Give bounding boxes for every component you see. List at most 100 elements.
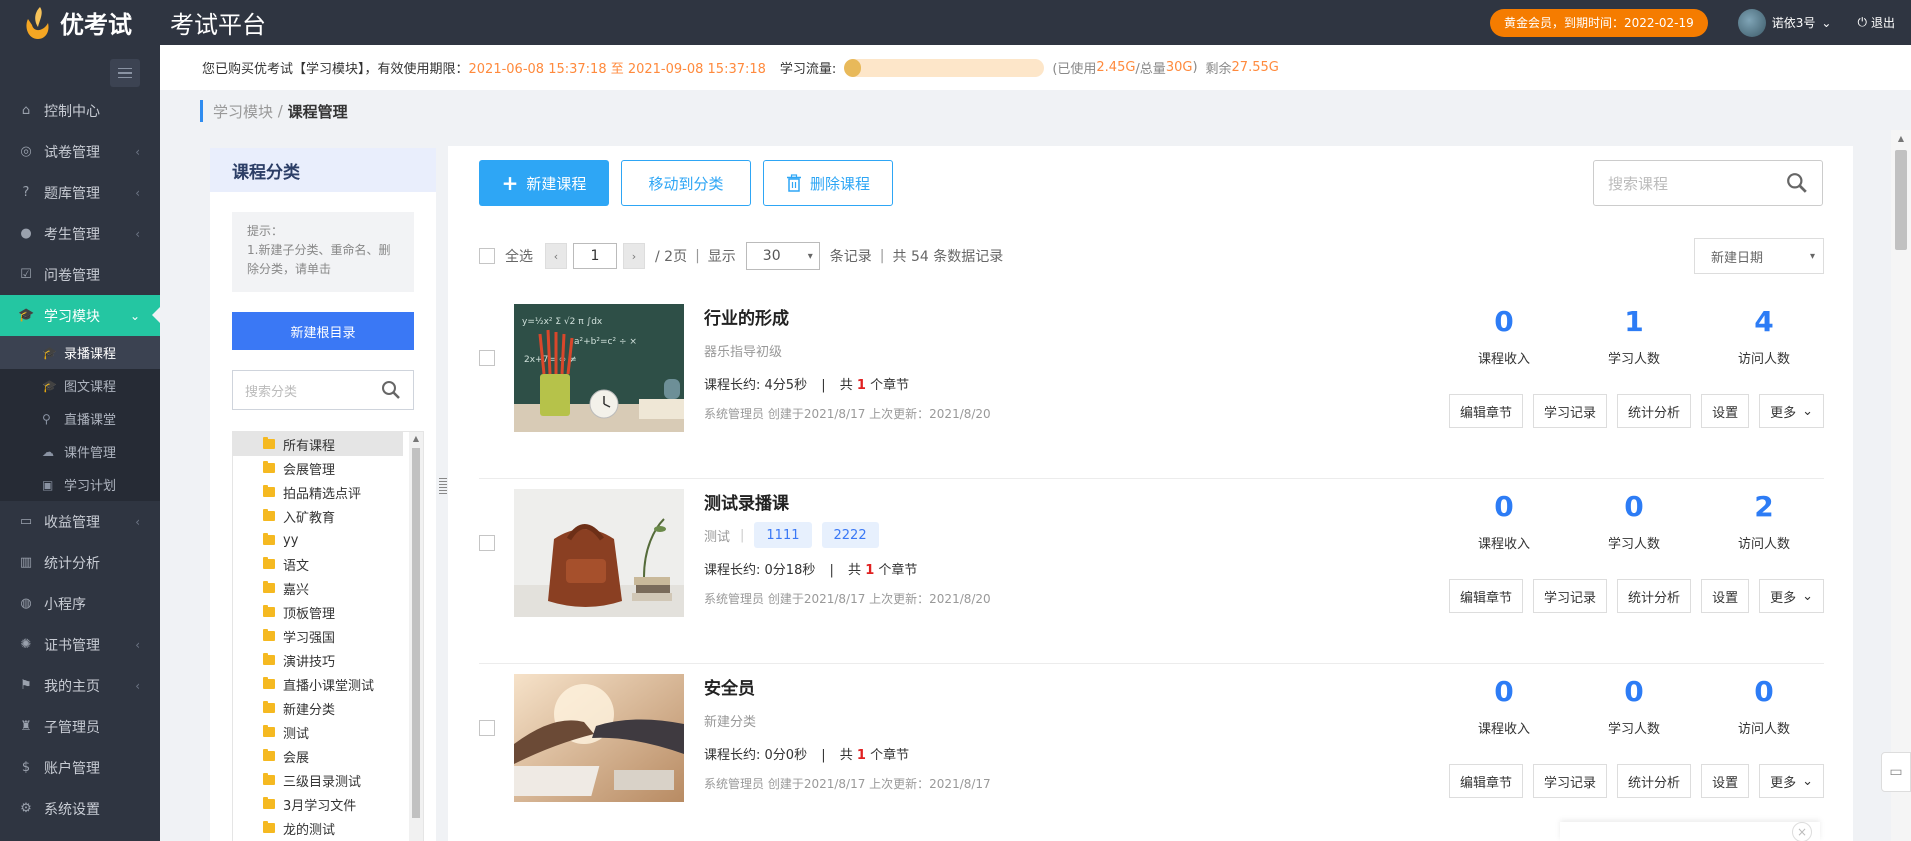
tree-item[interactable]: 龙的测试	[233, 816, 403, 840]
prev-page-button[interactable]: ‹	[545, 243, 567, 269]
sidebar-item-settings[interactable]: ⚙ 系统设置	[0, 788, 160, 829]
tree-item[interactable]: 演讲技巧	[233, 648, 403, 672]
subitem-study-plan[interactable]: ▣ 学习计划	[0, 468, 160, 501]
delete-course-button[interactable]: 删除课程	[763, 160, 893, 206]
tree-item[interactable]: 3月学习文件	[233, 792, 403, 816]
statistics-button[interactable]: 统计分析	[1617, 579, 1692, 613]
course-tag[interactable]: 1111	[754, 522, 812, 548]
course-title[interactable]: 安全员	[704, 674, 1304, 699]
sidebar-item-account[interactable]: $ 账户管理	[0, 747, 160, 788]
sort-select[interactable]: 新建日期	[1694, 238, 1824, 274]
search-icon[interactable]	[381, 380, 401, 400]
menu-toggle-icon[interactable]	[110, 59, 140, 87]
settings-button[interactable]: 设置	[1701, 394, 1750, 428]
tree-item[interactable]: yy	[233, 528, 403, 552]
sidebar-item-revenue[interactable]: ▭ 收益管理 ‹	[0, 501, 160, 542]
tree-scrollbar[interactable]: ▲	[409, 432, 423, 841]
course-thumbnail[interactable]: y=½x² Σ √2 π ∫dx a²+b²=c² ÷ × 2x+7= ∞ ≠	[514, 304, 684, 432]
sidebar-item-statistics[interactable]: ▥ 统计分析	[0, 542, 160, 583]
chat-icon[interactable]: ▭	[1881, 752, 1911, 792]
scroll-up-icon[interactable]: ▲	[409, 434, 423, 443]
sidebar-item-miniprogram[interactable]: ◍ 小程序	[0, 583, 160, 624]
logout-button[interactable]: ⏻ 退出	[1857, 14, 1895, 31]
course-search-input[interactable]: 搜索课程	[1593, 160, 1823, 206]
sidebar-item-surveys[interactable]: ☑ 问卷管理	[0, 254, 160, 295]
study-records-button[interactable]: 学习记录	[1533, 579, 1608, 613]
tree-item[interactable]: 语文	[233, 552, 403, 576]
breadcrumb-parent[interactable]: 学习模块	[213, 101, 273, 122]
subitem-article-courses[interactable]: 🎓 图文课程	[0, 369, 160, 402]
user-menu[interactable]: 诺依3号 ⌄	[1737, 8, 1831, 37]
logo[interactable]: 优考试	[0, 0, 160, 45]
subitem-live-class[interactable]: ⚲ 直播课堂	[0, 402, 160, 435]
sidebar-item-label: 学习模块	[44, 308, 100, 325]
course-checkbox[interactable]	[479, 535, 495, 551]
stat-income: 0 课程收入	[1454, 674, 1554, 737]
tree-item[interactable]: 入矿教育	[233, 504, 403, 528]
more-button[interactable]: 更多 ⌄	[1759, 764, 1824, 798]
stat-learners-value: 1	[1624, 305, 1644, 338]
sidebar-item-certificates[interactable]: ✺ 证书管理 ‹	[0, 624, 160, 665]
subitem-courseware[interactable]: ☁ 课件管理	[0, 435, 160, 468]
edit-chapter-button[interactable]: 编辑章节	[1449, 394, 1524, 428]
new-course-button[interactable]: + 新建课程	[479, 160, 609, 206]
page-size-select[interactable]: 30	[745, 242, 820, 270]
stat-income-value: 0	[1494, 490, 1514, 523]
category-tree: 所有课程 会展管理 拍品精选点评 入矿教育 yy 语文 嘉兴 顶板管理 学习强国 演讲技巧 直播小课…	[232, 431, 424, 841]
course-thumbnail[interactable]	[514, 489, 684, 617]
tree-item[interactable]: 会展	[233, 744, 403, 768]
sidebar-item-students[interactable]: ● 考生管理 ‹	[0, 213, 160, 254]
study-records-button[interactable]: 学习记录	[1533, 394, 1608, 428]
search-icon[interactable]	[1786, 172, 1808, 194]
tree-item[interactable]: 嘉兴	[233, 576, 403, 600]
category-search-input[interactable]: 搜索分类	[232, 370, 414, 410]
page-scroll-thumb[interactable]	[1895, 150, 1907, 250]
course-title[interactable]: 测试录播课	[704, 489, 1304, 514]
edit-chapter-button[interactable]: 编辑章节	[1449, 764, 1524, 798]
course-tag[interactable]: 2222	[821, 522, 879, 548]
statistics-button[interactable]: 统计分析	[1617, 764, 1692, 798]
edit-chapter-button[interactable]: 编辑章节	[1449, 579, 1524, 613]
page-scrollbar[interactable]: ▲	[1891, 130, 1911, 841]
tree-item[interactable]: 直播小课堂测试	[233, 672, 403, 696]
scroll-up-icon[interactable]: ▲	[1891, 134, 1911, 143]
sidebar-item-learning[interactable]: 🎓 学习模块 ⌄	[0, 295, 160, 336]
sidebar-item-question-bank[interactable]: ? 题库管理 ‹	[0, 172, 160, 213]
new-root-button[interactable]: 新建根目录	[232, 312, 414, 350]
tree-item[interactable]: 三级目录测试	[233, 768, 403, 792]
course-checkbox[interactable]	[479, 720, 495, 736]
tree-item[interactable]: 会展管理	[233, 456, 403, 480]
panel-resize-handle[interactable]	[438, 476, 448, 496]
more-button[interactable]: 更多 ⌄	[1759, 394, 1824, 428]
tree-scroll-thumb[interactable]	[412, 448, 420, 818]
chevron-left-icon: ‹	[135, 185, 140, 200]
close-icon[interactable]: ×	[1792, 822, 1812, 841]
study-records-button[interactable]: 学习记录	[1533, 764, 1608, 798]
sidebar-item-homepage[interactable]: ⚑ 我的主页 ‹	[0, 665, 160, 706]
tree-item[interactable]: 测试	[233, 720, 403, 744]
tree-item[interactable]: 学习强国	[233, 624, 403, 648]
duration-value: 0分0秒	[764, 748, 808, 763]
tree-item[interactable]: 顶板管理	[233, 600, 403, 624]
subitem-recorded-courses[interactable]: 🎓 录播课程	[0, 336, 160, 369]
course-checkbox[interactable]	[479, 350, 495, 366]
tree-item[interactable]: 拍品精选点评	[233, 480, 403, 504]
settings-button[interactable]: 设置	[1701, 579, 1750, 613]
vip-badge[interactable]: 黄金会员，到期时间：2022-02-19	[1490, 8, 1708, 37]
more-button[interactable]: 更多 ⌄	[1759, 579, 1824, 613]
move-to-category-button[interactable]: 移动到分类	[621, 160, 751, 206]
next-page-button[interactable]: ›	[623, 243, 645, 269]
logo-text: 优考试	[60, 11, 132, 39]
statistics-button[interactable]: 统计分析	[1617, 394, 1692, 428]
tree-item[interactable]: 所有课程	[233, 432, 403, 456]
sidebar-item-dashboard[interactable]: ⌂ 控制中心	[0, 90, 160, 131]
sidebar-item-sub-admins[interactable]: ♜ 子管理员	[0, 706, 160, 747]
select-all-checkbox[interactable]	[479, 248, 495, 264]
course-thumbnail[interactable]	[514, 674, 684, 802]
course-title[interactable]: 行业的形成	[704, 304, 1304, 329]
svg-text:y=½x² Σ √2 π ∫dx: y=½x² Σ √2 π ∫dx	[522, 316, 603, 327]
page-number-input[interactable]: 1	[573, 243, 617, 269]
settings-button[interactable]: 设置	[1701, 764, 1750, 798]
tree-item[interactable]: 新建分类	[233, 696, 403, 720]
sidebar-item-papers[interactable]: ◎ 试卷管理 ‹	[0, 131, 160, 172]
